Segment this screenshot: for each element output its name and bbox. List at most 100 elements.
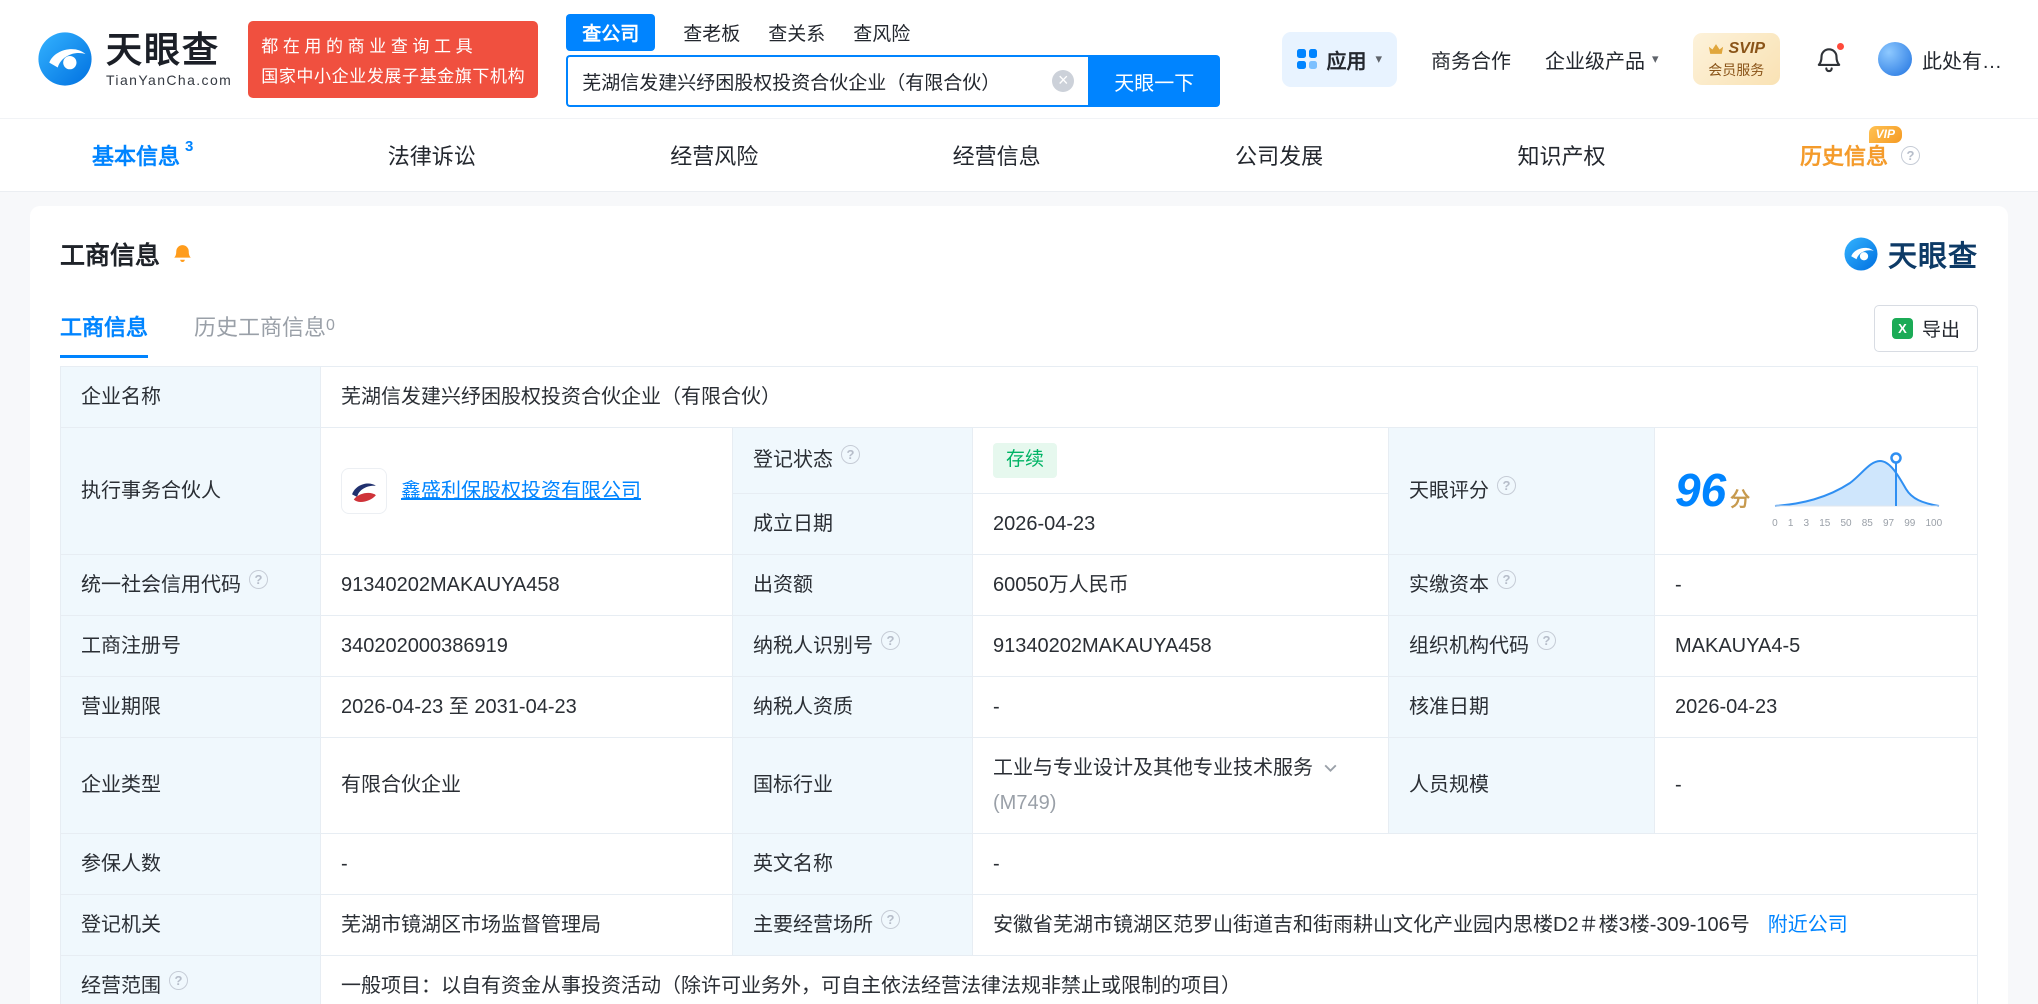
- field-label: 核准日期: [1409, 695, 1489, 718]
- business-address-help-icon[interactable]: [881, 909, 900, 929]
- apps-menu-button[interactable]: 应用 ▾: [1282, 31, 1397, 87]
- english-name-label-cell: 英文名称: [732, 832, 973, 895]
- approval-date-value-cell: 2026-04-23: [1654, 675, 1978, 738]
- watermark-logo: 天眼查: [1843, 233, 1978, 275]
- notification-dot: [1835, 41, 1846, 52]
- tab-legal-proceedings[interactable]: 法律诉讼: [388, 119, 476, 191]
- managing-partner-label-cell: 执行事务合伙人: [60, 427, 321, 555]
- logo-brand-text: 天眼查: [106, 28, 221, 70]
- industry-name: 工业与专业设计及其他专业技术服务: [993, 756, 1313, 779]
- tab-business-info-label: 经营信息: [952, 144, 1041, 169]
- score-unit-text: 分: [1730, 489, 1751, 512]
- tab-history-info[interactable]: VIP 历史信息: [1800, 119, 1920, 191]
- tab-basic-info-count: 3: [185, 137, 194, 155]
- nearby-companies-link[interactable]: 附近公司: [1768, 910, 1848, 940]
- table-row-reg-authority: 登记机关 芜湖市镜湖区市场监督管理局 主要经营场所 安徽省芜湖市镜湖区范罗山街道…: [60, 893, 1978, 956]
- org-code-help-icon[interactable]: [1537, 630, 1556, 650]
- sub-tabs: 工商信息 历史工商信息0 导出: [30, 275, 2008, 362]
- reg-authority-value-cell: 芜湖市镜湖区市场监督管理局: [320, 893, 733, 956]
- table-row-business-term: 营业期限 2026-04-23 至 2031-04-23 纳税人资质 - 核准日…: [60, 675, 1978, 738]
- chevron-down-icon[interactable]: [1322, 759, 1339, 776]
- taxpayer-id-label-cell: 纳税人识别号: [732, 614, 973, 677]
- field-label: 登记状态: [753, 449, 833, 472]
- taxpayer-qualification-label-cell: 纳税人资质: [732, 675, 973, 738]
- user-account[interactable]: 此处有…: [1878, 42, 2002, 76]
- user-name: 此处有…: [1922, 50, 2002, 73]
- score-help-icon[interactable]: [1497, 475, 1516, 495]
- field-label: 参保人数: [81, 852, 161, 875]
- tab-intellectual-property[interactable]: 知识产权: [1518, 119, 1606, 191]
- taxpayer-id-value-cell: 91340202MAKAUYA458: [972, 614, 1389, 677]
- tab-business-info[interactable]: 经营信息: [953, 119, 1041, 191]
- industry-value-cell: 工业与专业设计及其他专业技术服务 (M749): [972, 736, 1389, 834]
- search-tab-relation[interactable]: 查关系: [768, 19, 825, 46]
- contribution-label-cell: 出资额: [732, 553, 973, 616]
- tab-operational-risk[interactable]: 经营风险: [670, 119, 758, 191]
- svip-membership-button[interactable]: SVIP 会员服务: [1692, 33, 1780, 85]
- tab-company-development-label: 公司发展: [1235, 144, 1324, 169]
- business-cooperation-link[interactable]: 商务合作: [1431, 45, 1511, 74]
- clear-search-icon[interactable]: [1052, 70, 1075, 92]
- score-tick: 50: [1840, 518, 1852, 530]
- svip-subtitle: 会员服务: [1708, 61, 1765, 78]
- tab-intellectual-property-label: 知识产权: [1517, 144, 1606, 169]
- taxpayer-id-help-icon[interactable]: [881, 630, 900, 650]
- tianyancha-logo[interactable]: 天眼查 TianYanCha.com: [36, 30, 232, 88]
- company-type-value-cell: 有限合伙企业: [320, 736, 733, 834]
- apps-grid-icon: [1297, 49, 1318, 69]
- business-scope-value-cell: 一般项目：以自有资金从事投资活动（除许可业务外，可自主依法经营法律法规非禁止或限…: [320, 954, 1978, 1004]
- tab-basic-info-label: 基本信息: [92, 144, 181, 169]
- subtab-history-registry[interactable]: 历史工商信息0: [194, 310, 335, 358]
- score-tick: 99: [1904, 518, 1916, 530]
- field-value: 芜湖信发建兴纾困股权投资合伙企业（有限合伙）: [341, 386, 781, 408]
- subscribe-bell-icon[interactable]: [170, 242, 195, 267]
- score-number: 96 分: [1675, 456, 1750, 525]
- subtab-current-registry[interactable]: 工商信息: [60, 310, 149, 358]
- score-distribution-chart: 0 1 3 15 50 85 97 99 100: [1772, 450, 1942, 531]
- table-row-business-scope: 经营范围 一般项目：以自有资金从事投资活动（除许可业务外，可自主依法经营法律法规…: [60, 954, 1978, 1004]
- table-row-insured-count: 参保人数 - 英文名称 -: [60, 832, 1978, 895]
- tab-basic-info[interactable]: 基本信息 3: [92, 119, 193, 191]
- search-tab-risk[interactable]: 查风险: [853, 19, 910, 46]
- credit-code-help-icon[interactable]: [249, 569, 268, 589]
- reg-status-help-icon[interactable]: [841, 445, 860, 465]
- business-term-value-cell: 2026-04-23 至 2031-04-23: [320, 675, 733, 738]
- score-label-cell: 天眼评分: [1388, 427, 1655, 555]
- reg-authority-label-cell: 登记机关: [60, 893, 321, 956]
- field-label: 执行事务合伙人: [81, 479, 221, 502]
- business-term-label-cell: 营业期限: [60, 675, 321, 738]
- business-info-card: 工商信息 天眼查 工商信息 历史工商信息0 X 导出 企业名称 芜湖信发建兴纾困…: [30, 206, 2008, 1004]
- business-scope-label-cell: 经营范围: [60, 954, 321, 1004]
- notifications-bell-icon[interactable]: [1814, 41, 1846, 74]
- field-label: 成立日期: [753, 512, 833, 535]
- search-input[interactable]: [582, 70, 1053, 92]
- search-box: [566, 55, 1089, 107]
- paid-in-capital-help-icon[interactable]: [1497, 569, 1516, 589]
- score-value-text: 96: [1675, 464, 1727, 517]
- field-label: 纳税人识别号: [753, 634, 873, 657]
- table-row-credit-code: 统一社会信用代码 91340202MAKAUYA458 出资额 60050万人民…: [60, 553, 1978, 616]
- score-axis-ticks: 0 1 3 15 50 85 97 99 100: [1772, 516, 1942, 531]
- subtab-history-count: 0: [326, 316, 335, 334]
- top-header: 天眼查 TianYanCha.com 都在用的商业查询工具 国家中小企业发展子基…: [0, 0, 2038, 118]
- score-tick: 15: [1819, 518, 1831, 530]
- credit-code-label-cell: 统一社会信用代码: [60, 553, 321, 616]
- staff-size-label-cell: 人员规模: [1388, 736, 1655, 834]
- search-tab-company[interactable]: 查公司: [566, 13, 656, 51]
- partner-company-link[interactable]: 鑫盛利保股权投资有限公司: [401, 476, 641, 506]
- search-button[interactable]: 天眼一下: [1088, 55, 1221, 107]
- enterprise-products-menu[interactable]: 企业级产品 ▾: [1545, 45, 1659, 74]
- insured-count-value-cell: -: [320, 832, 733, 895]
- business-scope-help-icon[interactable]: [169, 970, 188, 990]
- chevron-down-icon: ▾: [1375, 51, 1382, 66]
- industry-label-cell: 国标行业: [732, 736, 973, 834]
- history-info-help-icon[interactable]: [1900, 145, 1920, 165]
- search-tab-boss[interactable]: 查老板: [683, 19, 740, 46]
- managing-partner-value-cell: 鑫盛利保股权投资有限公司: [320, 427, 733, 555]
- export-button[interactable]: 导出: [1873, 305, 1978, 352]
- logo-text: 天眼查 TianYanCha.com: [106, 28, 232, 87]
- field-label: 营业期限: [81, 695, 161, 718]
- tab-company-development[interactable]: 公司发展: [1235, 119, 1323, 191]
- business-address-label-cell: 主要经营场所: [732, 893, 973, 956]
- company-nav: 基本信息 3 法律诉讼 经营风险 经营信息 公司发展 知识产权 VIP 历史信息: [0, 118, 2038, 192]
